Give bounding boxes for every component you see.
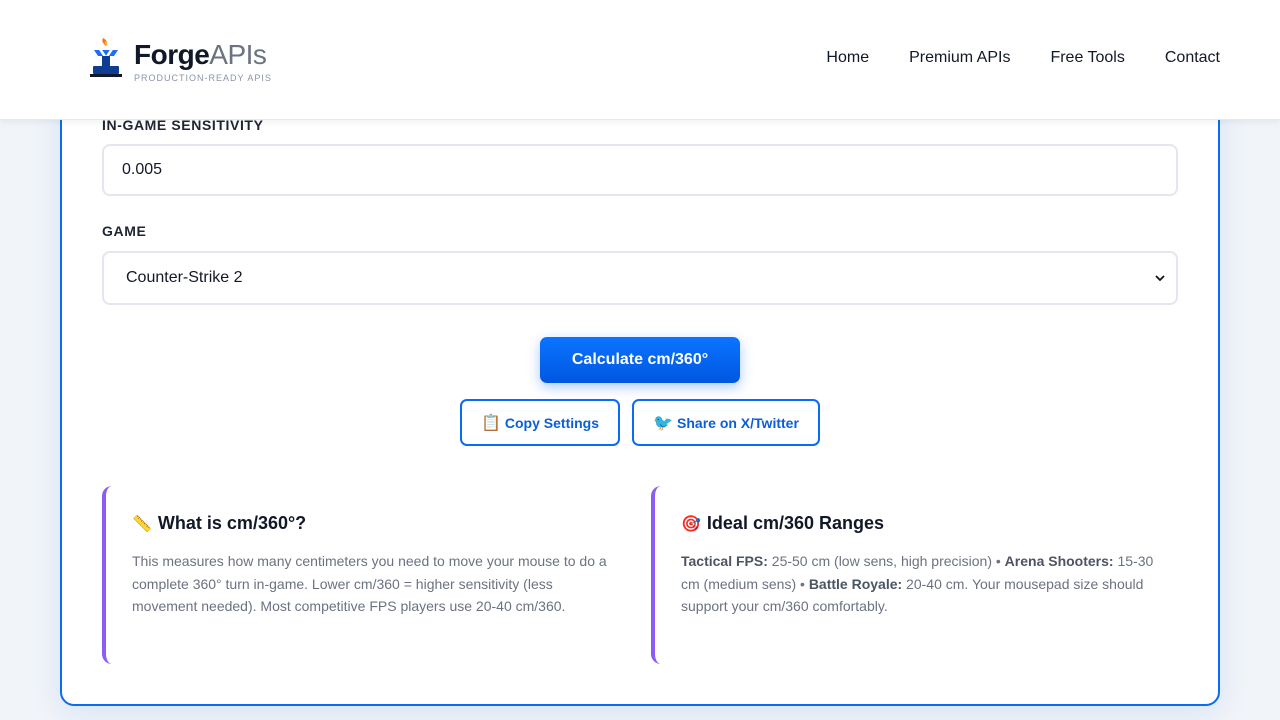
site-header: ForgeAPIs PRODUCTION-READY APIS Home Pre…	[0, 0, 1280, 120]
anvil-logo-icon	[84, 36, 128, 80]
brand-tagline: PRODUCTION-READY APIS	[134, 73, 272, 83]
brand-name: ForgeAPIs	[134, 39, 267, 70]
info-card-what-is: 📏 What is cm/360°? This measures how man…	[102, 486, 630, 664]
main-nav: Home Premium APIs Free Tools Contact	[826, 49, 1220, 67]
brand-logo[interactable]: ForgeAPIs PRODUCTION-READY APIS	[84, 36, 272, 83]
nav-premium-apis[interactable]: Premium APIs	[909, 49, 1010, 67]
clipboard-icon: 📋	[480, 413, 501, 432]
nav-contact[interactable]: Contact	[1165, 49, 1220, 67]
share-twitter-label: Share on X/Twitter	[677, 414, 799, 431]
share-twitter-button[interactable]: 🐦 Share on X/Twitter	[632, 399, 820, 446]
info-card-title: 🎯 Ideal cm/360 Ranges	[681, 513, 885, 533]
info-card-ranges: 🎯 Ideal cm/360 Ranges Tactical FPS: 25-5…	[651, 486, 1179, 664]
nav-home[interactable]: Home	[826, 49, 869, 67]
copy-settings-button[interactable]: 📋 Copy Settings	[460, 399, 620, 446]
calculate-button[interactable]: Calculate cm/360°	[540, 337, 740, 383]
target-icon: 🎯	[681, 514, 701, 533]
copy-settings-label: Copy Settings	[504, 414, 600, 431]
ruler-icon: 📏	[132, 514, 152, 533]
game-selected-value: Counter-Strike 2	[126, 269, 243, 286]
game-select[interactable]: Counter-Strike 2	[102, 251, 1178, 305]
info-card-body: This measures how many centimeters you n…	[132, 553, 607, 615]
sensitivity-value: 0.005	[122, 161, 163, 178]
game-label: GAME	[102, 223, 147, 239]
info-card-title: 📏 What is cm/360°?	[132, 513, 307, 533]
chevron-down-icon	[1155, 275, 1165, 282]
sensitivity-input[interactable]: 0.005	[102, 144, 1178, 196]
bird-icon: 🐦	[653, 413, 674, 432]
info-card-body: Tactical FPS: 25-50 cm (low sens, high p…	[681, 553, 1154, 615]
nav-free-tools[interactable]: Free Tools	[1050, 49, 1124, 67]
